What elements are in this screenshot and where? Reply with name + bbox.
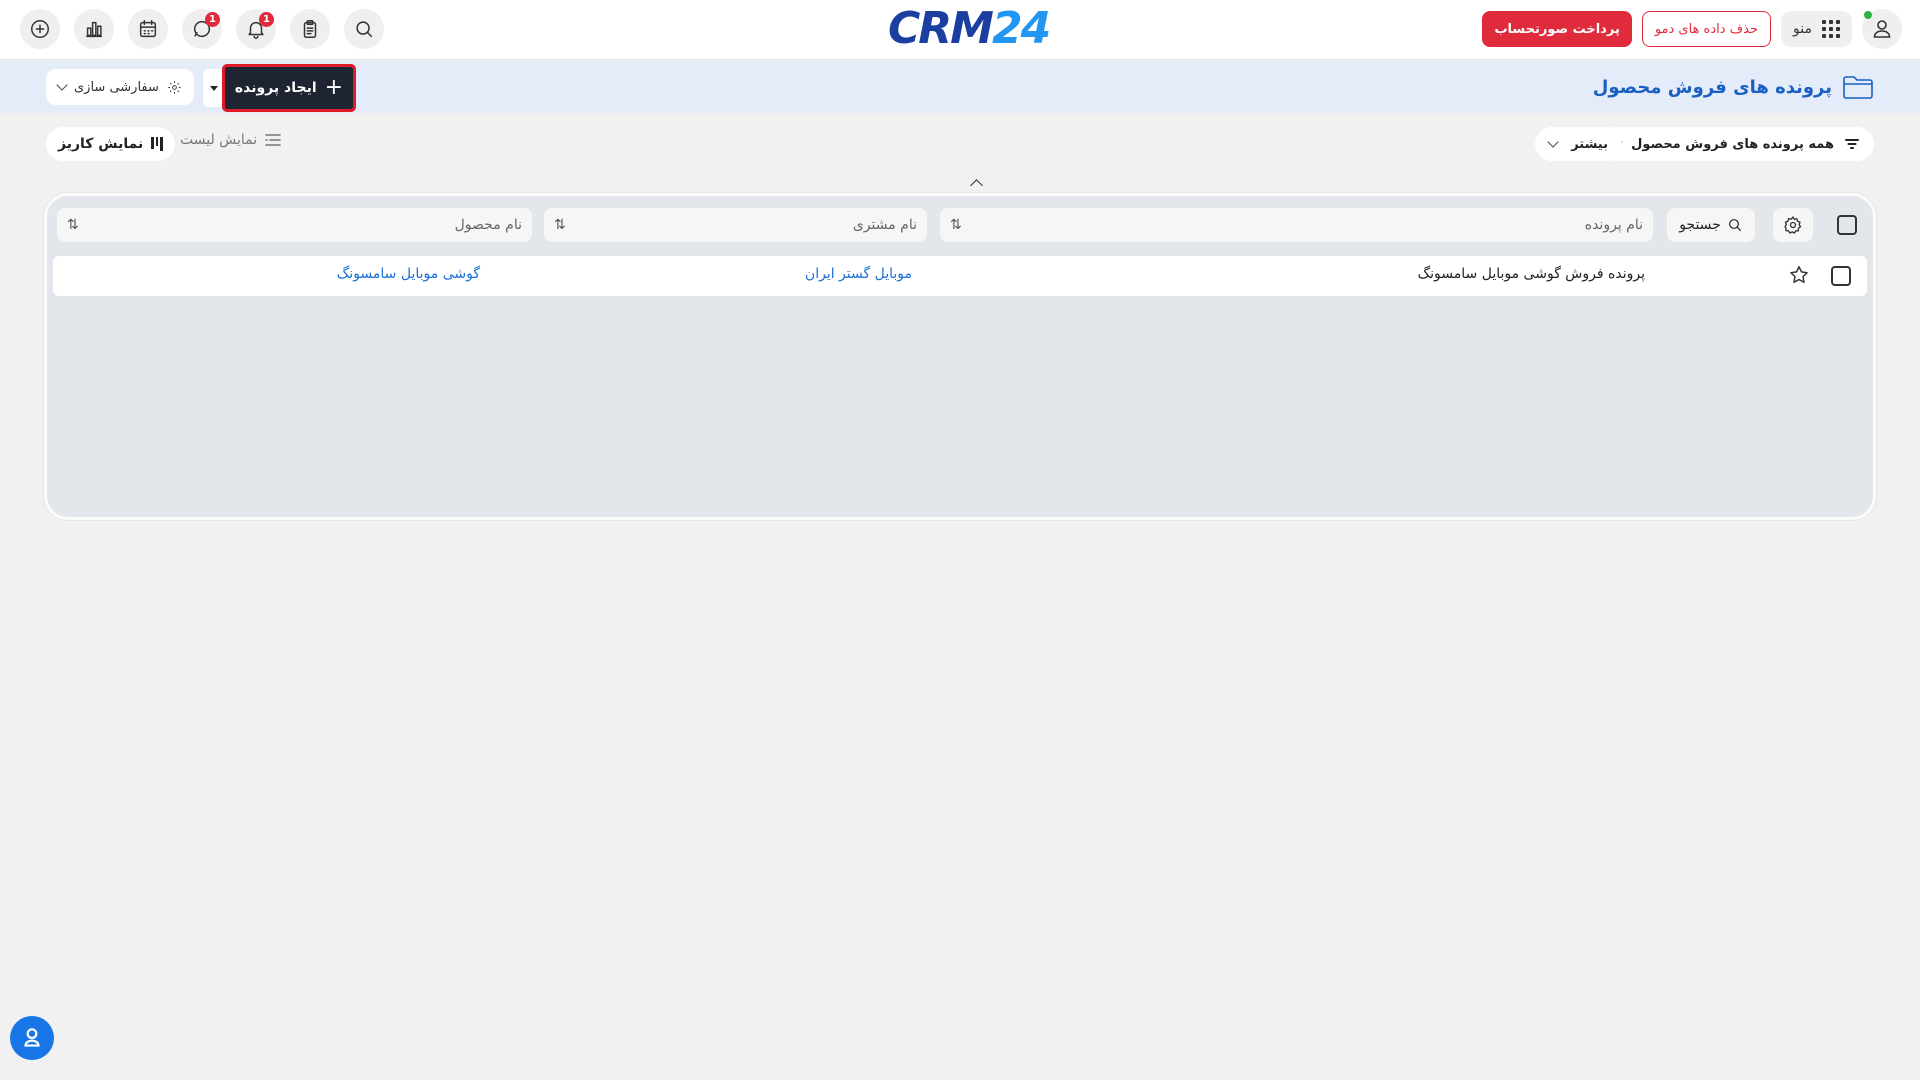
filter-icon [1845, 139, 1859, 149]
account-actions: منو حذف داده های دمو پرداخت صورتحساب [1482, 9, 1902, 49]
list-view-toggle[interactable]: نمایش لیست [180, 132, 281, 148]
plus-icon: + [324, 75, 344, 100]
search-icon [1728, 219, 1741, 232]
apps-grid-icon [1822, 20, 1840, 38]
customize-button[interactable]: سفارشی سازی [46, 69, 194, 105]
folder-icon [1843, 76, 1873, 99]
sort-icon[interactable]: ⇅ [67, 217, 79, 233]
column-header-case-name[interactable]: نام پرونده ⇅ [940, 208, 1653, 242]
gear-icon [1784, 215, 1802, 234]
sort-icon[interactable]: ⇅ [554, 217, 566, 233]
star-icon [1790, 266, 1808, 283]
create-case-button[interactable]: + ایجاد پرونده [222, 64, 356, 112]
row-select-checkbox[interactable] [1831, 266, 1851, 286]
select-all-checkbox[interactable] [1837, 215, 1857, 235]
create-case-label: ایجاد پرونده [234, 80, 317, 96]
messages-badge: 1 [205, 12, 220, 27]
delete-demo-data-button[interactable]: حذف داده های دمو [1641, 11, 1772, 47]
table-search-label: جستجو [1679, 217, 1721, 233]
global-search-button[interactable] [344, 9, 384, 49]
calendar-button[interactable] [128, 9, 168, 49]
crm24-logo[interactable]: CRM24 [888, 3, 1051, 54]
column-label: نام پرونده [1584, 217, 1643, 233]
messages-button[interactable]: 1 [182, 9, 222, 49]
chevron-down-icon [1547, 136, 1559, 148]
reports-button[interactable] [74, 9, 114, 49]
tasks-button[interactable] [290, 9, 330, 49]
search-icon [356, 21, 373, 38]
list-view-label: نمایش لیست [180, 132, 258, 148]
more-label: بیشتر [1571, 136, 1608, 152]
support-chat-button[interactable] [10, 1016, 54, 1060]
apps-menu-button[interactable]: منو [1781, 11, 1852, 47]
sort-icon[interactable]: ⇅ [950, 217, 962, 233]
chevron-down-icon [56, 79, 68, 91]
customize-label: سفارشی سازی [74, 79, 159, 95]
notifications-button[interactable]: 1 [236, 9, 276, 49]
support-icon [24, 1028, 40, 1047]
page-title-text: پرونده های فروش محصول [1592, 76, 1832, 98]
logo-crm-text: CRM [888, 3, 994, 54]
list-icon [265, 134, 281, 146]
online-status-dot [1864, 11, 1872, 19]
plus-circle-icon [31, 20, 49, 38]
user-icon [1873, 20, 1891, 38]
column-label: نام مشتری [852, 217, 917, 233]
top-bar: 1 1 CRM24 منو حذف داده های دمو پرداخت صو… [0, 0, 1920, 60]
collapse-filters-chevron-icon[interactable] [968, 176, 986, 190]
create-options-dropdown[interactable] [203, 69, 225, 107]
kanban-view-label: نمایش کاریز [58, 136, 144, 152]
kanban-icon [151, 137, 163, 151]
clipboard-icon [303, 20, 317, 38]
column-header-customer-name[interactable]: نام مشتری ⇅ [544, 208, 927, 242]
case-name-cell[interactable]: پرونده فروش گوشی موبایل سامسونگ [1418, 266, 1645, 282]
favorite-star-button[interactable] [1788, 264, 1810, 286]
page-title: پرونده های فروش محصول [1593, 74, 1874, 100]
cases-table: جستجو نام پرونده ⇅ نام مشتری ⇅ نام محصول… [44, 193, 1876, 520]
quick-actions: 1 1 [20, 9, 384, 49]
all-cases-label: همه پرونده های فروش محصول [1631, 136, 1834, 152]
table-row[interactable]: پرونده فروش گوشی موبایل سامسونگ موبایل گ… [53, 256, 1867, 296]
more-filters-button[interactable]: بیشتر [1535, 127, 1622, 161]
table-search-button[interactable]: جستجو [1667, 208, 1755, 242]
logo-number-text: 24 [991, 3, 1051, 54]
column-header-product-name[interactable]: نام محصول ⇅ [57, 208, 532, 242]
gear-icon [168, 80, 181, 94]
chart-icon [85, 21, 103, 38]
table-header: جستجو نام پرونده ⇅ نام مشتری ⇅ نام محصول… [53, 208, 1867, 242]
column-label: نام محصول [454, 217, 522, 233]
table-settings-button[interactable] [1773, 208, 1813, 242]
pay-invoice-button[interactable]: پرداخت صورتحساب [1482, 11, 1632, 47]
menu-label: منو [1793, 21, 1812, 37]
user-profile-button[interactable] [1862, 9, 1902, 49]
product-name-link[interactable]: گوشی موبایل سامسونگ [337, 266, 480, 282]
create-case-group: + ایجاد پرونده [203, 64, 356, 112]
calendar-icon [139, 20, 157, 38]
kanban-view-toggle[interactable]: نمایش کاریز [46, 127, 175, 161]
all-cases-filter[interactable]: همه پرونده های فروش محصول [1599, 127, 1874, 161]
add-button[interactable] [20, 9, 60, 49]
notifications-badge: 1 [259, 12, 274, 27]
customer-name-link[interactable]: موبایل گستر ایران [805, 266, 912, 282]
page-header: پرونده های فروش محصول + ایجاد پرونده سفا… [0, 61, 1920, 113]
